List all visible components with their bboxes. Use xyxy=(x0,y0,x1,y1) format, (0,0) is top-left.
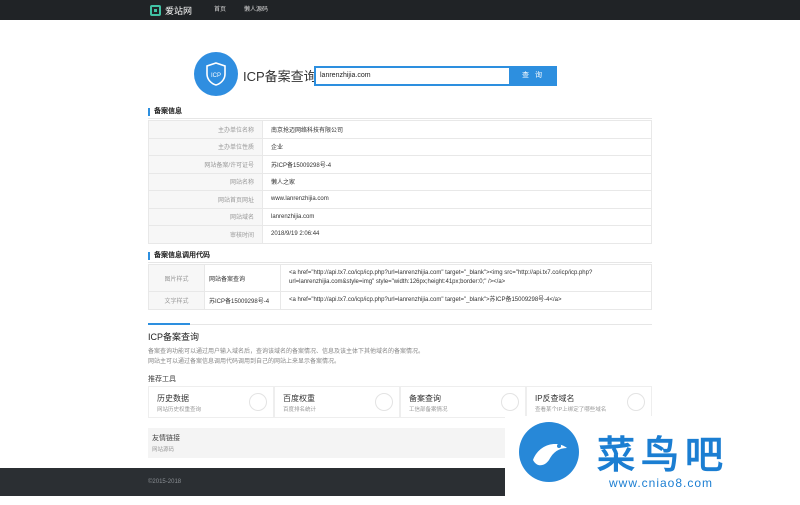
search-button[interactable]: 查 询 xyxy=(509,66,557,86)
row-value: 2018/9/19 2:06:44 xyxy=(262,225,652,244)
logo-text: 爱站网 xyxy=(165,5,193,16)
table-row: 网站备案/许可证号 苏ICP备15009298号-4 xyxy=(148,155,652,174)
table-row: 审核时间 2018/9/19 2:06:44 xyxy=(148,225,652,244)
bird-logo-icon xyxy=(519,422,579,482)
tool-desc: 查看某个IP上绑定了哪些域名 xyxy=(535,407,607,413)
tool-card-icp[interactable]: 备案查询 工信部备案情况 xyxy=(400,386,526,418)
divider xyxy=(148,324,652,325)
tool-name: 历史数据 xyxy=(157,394,189,403)
record-info-table: 主办单位名称 南京抢迈网络科技有限公司 主办单位性质 企业 网站备案/许可证号 苏IC… xyxy=(148,120,652,244)
watermark-url: www.cniao8.com xyxy=(609,476,714,490)
nav-home-link[interactable]: 首页 xyxy=(214,0,226,20)
divider xyxy=(148,118,652,119)
icp-about-line: 网站主可以通过备案信息调用代码调用到自己的网站上来显示备案情况。 xyxy=(148,359,341,365)
tool-name: 百度权重 xyxy=(283,394,315,403)
row-label: 网站域名 xyxy=(148,207,263,226)
style-label: 文字样式 xyxy=(148,291,205,310)
tool-name: IP反查域名 xyxy=(535,394,575,403)
ip-icon xyxy=(627,393,645,411)
site-logo[interactable]: 爱站网 xyxy=(150,3,192,17)
table-row: 网站域名 lanrenzhijia.com xyxy=(148,207,652,226)
row-value: 苏ICP备15009298号-4 xyxy=(262,155,652,174)
table-row: 网站首页网址 www.lanrenzhijia.com xyxy=(148,190,652,209)
row-label: 审核时间 xyxy=(148,225,263,244)
embed-code-text[interactable]: <a href="http://api.tx7.co/icp/icp.php?u… xyxy=(280,291,652,310)
tools-heading: 推荐工具 xyxy=(148,376,176,383)
table-row: 主办单位名称 南京抢迈网络科技有限公司 xyxy=(148,120,652,139)
friend-links-title: 友情链接 xyxy=(152,435,180,442)
tool-card-baidu[interactable]: 百度权重 百度排名统计 xyxy=(274,386,400,418)
tool-card-history[interactable]: 历史数据 网站历史权重查询 xyxy=(148,386,274,418)
style-label: 图片样式 xyxy=(148,264,205,292)
domain-search-input[interactable]: lanrenzhijia.com xyxy=(314,66,510,86)
record-info-heading: 备案信息 xyxy=(148,108,182,116)
table-row: 图片样式 网站备案查询 <a href="http://api.tx7.co/i… xyxy=(148,264,652,292)
embed-code-table: 图片样式 网站备案查询 <a href="http://api.tx7.co/i… xyxy=(148,264,652,310)
row-label: 网站首页网址 xyxy=(148,190,263,209)
tool-name: 备案查询 xyxy=(409,394,441,403)
tool-card-ip[interactable]: IP反查域名 查看某个IP上绑定了哪些域名 xyxy=(526,386,652,418)
logo-icon xyxy=(150,4,161,16)
preview-text: 苏ICP备15009298号-4 xyxy=(204,291,281,310)
accent-bar xyxy=(148,323,190,325)
table-row: 网站名称 懒人之家 xyxy=(148,172,652,191)
row-value: 企业 xyxy=(262,137,652,156)
embed-code-heading: 备案信息调用代码 xyxy=(148,252,210,260)
embed-code-text[interactable]: <a href="http://api.tx7.co/icp/icp.php?u… xyxy=(280,264,652,292)
watermark-brand: 菜鸟吧 xyxy=(597,432,730,477)
copyright-text: ©2015-2018 xyxy=(148,479,182,485)
row-value: 南京抢迈网络科技有限公司 xyxy=(262,120,652,139)
row-label: 主办单位性质 xyxy=(148,137,263,156)
row-label: 网站名称 xyxy=(148,172,263,191)
table-row: 主办单位性质 企业 xyxy=(148,137,652,156)
icp-badge-icon xyxy=(501,393,519,411)
top-navigation-bar: 爱站网 首页 懒人源码 xyxy=(0,0,800,20)
icp-about-title: ICP备案查询 xyxy=(148,332,200,342)
icp-about-line: 备案查询功能可以通过用户输入域名后，查询该域名的备案情况、信息及该主体下其他域名… xyxy=(148,349,425,355)
row-label: 网站备案/许可证号 xyxy=(148,155,263,174)
tool-desc: 百度排名统计 xyxy=(283,407,317,413)
database-icon xyxy=(249,393,267,411)
row-value: www.lanrenzhijia.com xyxy=(262,190,652,209)
divider xyxy=(148,262,652,263)
nav-source-link[interactable]: 懒人源码 xyxy=(244,0,268,20)
watermark: 菜鸟吧 www.cniao8.com xyxy=(505,416,800,496)
tool-desc: 网站历史权重查询 xyxy=(157,407,202,413)
row-value: 懒人之家 xyxy=(262,172,652,191)
icp-shield-icon: ICP xyxy=(194,52,238,96)
preview-text: 网站备案查询 xyxy=(204,264,281,292)
page-title: ICP备案查询 xyxy=(243,69,317,84)
friend-link[interactable]: 网站源码 xyxy=(152,445,174,453)
table-row: 文字样式 苏ICP备15009298号-4 <a href="http://ap… xyxy=(148,291,652,310)
tool-desc: 工信部备案情况 xyxy=(409,407,448,413)
paw-icon xyxy=(375,393,393,411)
row-value: lanrenzhijia.com xyxy=(262,207,652,226)
icp-badge-label: ICP xyxy=(211,73,221,79)
row-label: 主办单位名称 xyxy=(148,120,263,139)
